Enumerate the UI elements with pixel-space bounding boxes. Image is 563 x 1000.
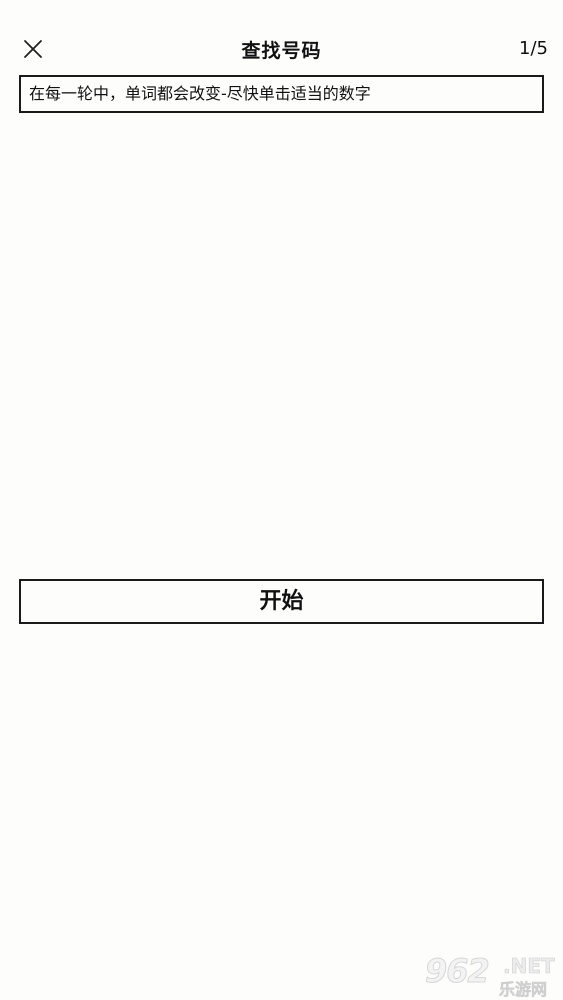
watermark-digits: 962 <box>425 952 491 991</box>
site-watermark: 962 .NET 乐游网 <box>425 952 557 1000</box>
instructions-box: 在每一轮中，单词都会改变-尽快单击适当的数字 <box>19 75 544 113</box>
watermark-domain: .NET <box>503 954 555 979</box>
instructions-text: 在每一轮中，单词都会改变-尽快单击适当的数字 <box>29 84 371 103</box>
watermark-site-name: 乐游网 <box>499 980 548 1000</box>
page-counter: 1/5 <box>519 38 548 59</box>
start-button[interactable]: 开始 <box>19 579 544 624</box>
page-title: 查找号码 <box>241 40 322 62</box>
